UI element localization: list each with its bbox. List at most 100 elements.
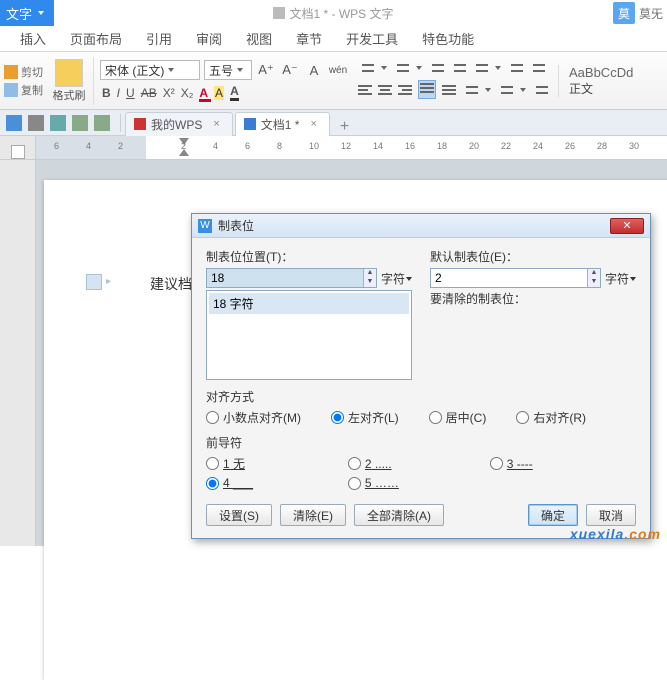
grow-font-button[interactable]: A⁺	[256, 60, 276, 80]
shrink-font-button[interactable]: A⁻	[280, 60, 300, 80]
align-left-radio[interactable]: 左对齐(L)	[331, 409, 399, 426]
dialog-titlebar[interactable]: W 制表位 ✕	[192, 214, 650, 238]
superscript-button[interactable]: X²	[163, 86, 175, 100]
brand-label: 文字	[6, 4, 32, 23]
menu-devtools[interactable]: 开发工具	[346, 29, 398, 48]
brush-icon	[55, 59, 83, 87]
dialog-buttons: 设置(S) 清除(E) 全部清除(A) 确定 取消	[206, 504, 636, 526]
styles-group: AaBbCcDd 正文	[558, 65, 633, 97]
underline-button[interactable]: U	[126, 86, 135, 100]
tab-selector[interactable]	[11, 145, 25, 159]
shading-button[interactable]	[462, 84, 478, 96]
align-center-radio[interactable]: 居中(C)	[429, 409, 487, 426]
menu-section[interactable]: 章节	[296, 29, 322, 48]
tab-position-list[interactable]: 18 字符	[206, 290, 412, 380]
clear-format-button[interactable]: A	[304, 60, 324, 80]
user-avatar[interactable]: 莫	[613, 2, 635, 24]
list-item[interactable]: 18 字符	[209, 293, 409, 314]
bold-button[interactable]: B	[102, 86, 111, 100]
leader-4-radio[interactable]: 4 ___	[206, 476, 348, 490]
tab-position-unit[interactable]: 字符	[381, 270, 412, 287]
close-icon[interactable]: ×	[213, 118, 219, 130]
font-group: 宋体 (正文) 五号 A⁺ A⁻ A wén B I U AB X² X₂ A …	[100, 60, 348, 101]
indent-inc-button[interactable]	[450, 62, 466, 74]
leader-1-radio[interactable]: 1 无	[206, 455, 348, 472]
style-normal[interactable]: AaBbCcDd 正文	[569, 65, 633, 97]
document-icon	[273, 7, 285, 19]
leader-group-label: 前导符	[206, 434, 636, 451]
phonetic-guide-button[interactable]: wén	[328, 60, 348, 80]
user-name[interactable]: 莫旡	[639, 5, 667, 22]
undo-button[interactable]	[72, 115, 88, 131]
chevron-down-icon	[168, 68, 174, 72]
italic-button[interactable]: I	[117, 86, 120, 100]
clear-all-button[interactable]: 全部清除(A)	[354, 504, 444, 526]
set-button[interactable]: 设置(S)	[206, 504, 272, 526]
align-right-radio[interactable]: 右对齐(R)	[516, 409, 586, 426]
highlight-button[interactable]: A	[214, 86, 224, 100]
titlebar: 文字 文档1 * - WPS 文字 莫 莫旡	[0, 0, 667, 26]
clipboard-group: 剪切 复制	[4, 64, 49, 98]
horizontal-ruler[interactable]: 6 4 2 2 4 6 8 10 12 14 16 18 20 22 24 26…	[36, 136, 667, 159]
leader-5-radio[interactable]: 5 ……	[348, 476, 490, 490]
align-distribute-button[interactable]	[442, 84, 456, 96]
format-painter-button[interactable]: 格式刷	[51, 59, 87, 103]
cancel-button[interactable]: 取消	[586, 504, 636, 526]
borders-button[interactable]	[497, 84, 513, 96]
line-spacing-button[interactable]	[472, 62, 488, 74]
vertical-ruler[interactable]	[0, 160, 36, 546]
sort-button[interactable]	[507, 62, 523, 74]
strike-button[interactable]: AB	[141, 86, 157, 100]
align-center-button[interactable]	[378, 84, 392, 96]
align-left-button[interactable]	[358, 84, 372, 96]
tabs-button[interactable]	[532, 84, 548, 96]
menubar: 插入 页面布局 引用 审阅 视图 章节 开发工具 特色功能	[0, 26, 667, 52]
tab-position-input[interactable]: ▲▼	[206, 268, 377, 288]
ruler-area: 6 4 2 2 4 6 8 10 12 14 16 18 20 22 24 26…	[0, 136, 667, 160]
print-preview-button[interactable]	[50, 115, 66, 131]
bullets-button[interactable]	[358, 62, 374, 74]
chevron-down-icon	[237, 68, 243, 72]
print-button[interactable]	[28, 115, 44, 131]
document-icon	[244, 118, 256, 130]
align-decimal-radio[interactable]: 小数点对齐(M)	[206, 409, 301, 426]
watermark: xuexila.com	[570, 526, 661, 542]
indent-dec-button[interactable]	[428, 62, 444, 74]
menu-insert[interactable]: 插入	[20, 29, 46, 48]
cut-button[interactable]: 剪切	[4, 64, 43, 80]
align-justify-button[interactable]	[418, 80, 436, 99]
spinner-buttons[interactable]: ▲▼	[363, 269, 376, 287]
clear-button[interactable]: 清除(E)	[280, 504, 346, 526]
default-tab-unit[interactable]: 字符	[605, 270, 636, 287]
menu-view[interactable]: 视图	[246, 29, 272, 48]
menu-features[interactable]: 特色功能	[422, 29, 474, 48]
menu-review[interactable]: 审阅	[196, 29, 222, 48]
menu-references[interactable]: 引用	[146, 29, 172, 48]
app-brand-tab[interactable]: 文字	[0, 0, 54, 26]
outline-toggle-icon[interactable]	[86, 274, 102, 290]
save-button[interactable]	[6, 115, 22, 131]
document-tabs: 我的WPS × 文档1 * × +	[125, 110, 357, 136]
copy-button[interactable]: 复制	[4, 82, 43, 98]
new-tab-button[interactable]: +	[332, 118, 357, 136]
leader-3-radio[interactable]: 3 ----	[490, 455, 632, 472]
font-size-combo[interactable]: 五号	[204, 60, 252, 80]
char-border-button[interactable]: A	[230, 84, 239, 101]
ok-button[interactable]: 确定	[528, 504, 578, 526]
tab-doc1[interactable]: 文档1 * ×	[235, 112, 330, 136]
font-color-button[interactable]: A	[199, 86, 208, 100]
close-button[interactable]: ✕	[610, 218, 644, 234]
numbering-button[interactable]	[393, 62, 409, 74]
close-icon[interactable]: ×	[310, 118, 316, 130]
align-right-button[interactable]	[398, 84, 412, 96]
leader-2-radio[interactable]: 2 .....	[348, 455, 490, 472]
subscript-button[interactable]: X₂	[181, 86, 194, 100]
tab-mywps[interactable]: 我的WPS ×	[125, 112, 233, 136]
default-tab-input[interactable]: ▲▼	[430, 268, 601, 288]
font-name-combo[interactable]: 宋体 (正文)	[100, 60, 200, 80]
ribbon: 剪切 复制 格式刷 宋体 (正文) 五号 A⁺ A⁻ A wén B I U A…	[0, 52, 667, 110]
show-marks-button[interactable]	[529, 62, 545, 74]
spinner-buttons[interactable]: ▲▼	[587, 269, 600, 287]
redo-button[interactable]	[94, 115, 110, 131]
menu-page-layout[interactable]: 页面布局	[70, 29, 122, 48]
